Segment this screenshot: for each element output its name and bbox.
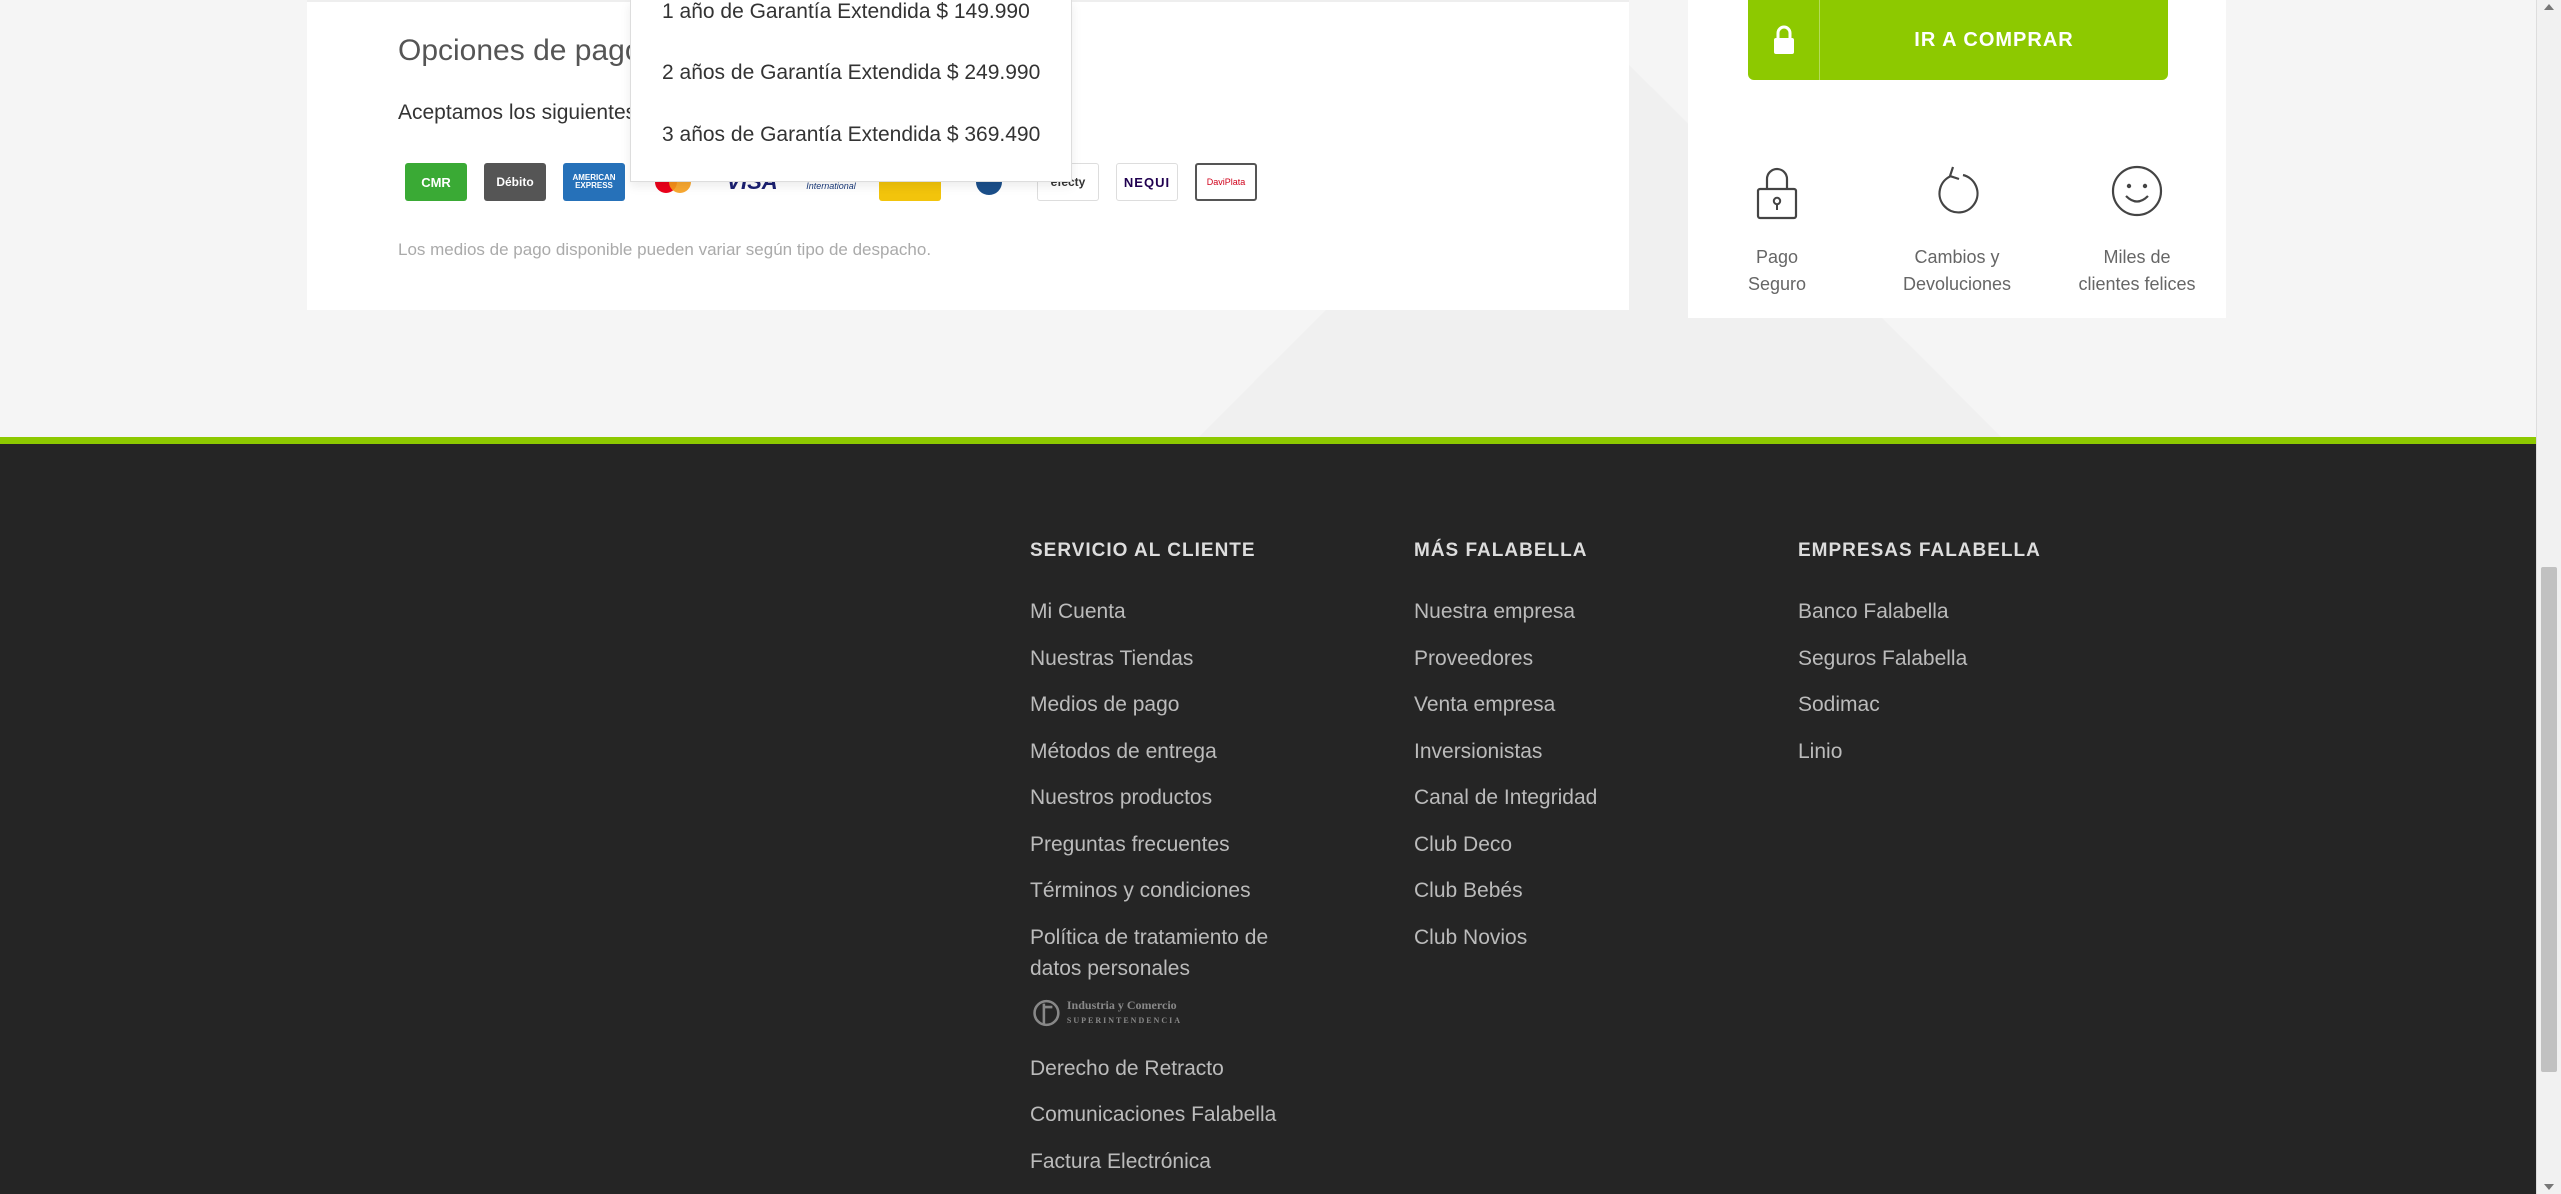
footer-link-linio[interactable]: Linio xyxy=(1798,736,2041,768)
payment-options-title: Opciones de pago xyxy=(398,34,642,67)
cmr-falabella-logo: CMR xyxy=(405,163,467,201)
feature-label-line1: Miles de xyxy=(2103,247,2171,267)
footer-link-politica-datos[interactable]: Política de tratamiento de datos persona… xyxy=(1030,922,1280,985)
nequi-logo: NEQUI xyxy=(1116,163,1178,201)
feature-returns: Cambios y Devoluciones xyxy=(1877,164,2037,298)
sic-logo-subtext: SUPERINTENDENCIA xyxy=(1066,1015,1182,1025)
footer-link-inversionistas[interactable]: Inversionistas xyxy=(1414,736,1597,768)
feature-label-line2: Devoluciones xyxy=(1902,274,2012,294)
footer-link-canal-integridad[interactable]: Canal de Integridad xyxy=(1414,782,1597,814)
go-to-checkout-label: IR A COMPRAR xyxy=(1914,28,2074,51)
warranty-dropdown-menu: 1 año de Garantía Extendida $ 149.990 2 … xyxy=(630,0,1072,182)
footer-link-factura-electronica[interactable]: Factura Electrónica xyxy=(1030,1146,1280,1178)
footer-link-terminos[interactable]: Términos y condiciones xyxy=(1030,875,1280,907)
footer-link-mi-cuenta[interactable]: Mi Cuenta xyxy=(1030,596,1280,628)
vertical-scrollbar[interactable] xyxy=(2536,0,2561,1194)
refresh-icon xyxy=(1877,164,2037,220)
payment-disclaimer: Los medios de pago disponible pueden var… xyxy=(398,240,932,259)
lock-icon xyxy=(1697,164,1857,220)
footer-link-seguros-falabella[interactable]: Seguros Falabella xyxy=(1798,643,2041,675)
lock-icon xyxy=(1748,0,1820,80)
footer-link-comunicaciones[interactable]: Comunicaciones Falabella xyxy=(1030,1099,1280,1131)
footer-link-nuestra-empresa[interactable]: Nuestra empresa xyxy=(1414,596,1597,628)
footer-heading-servicio: SERVICIO AL CLIENTE xyxy=(1030,540,1256,561)
site-footer: SERVICIO AL CLIENTE Mi Cuenta Nuestras T… xyxy=(0,444,2536,1194)
feature-happy-customers: Miles de clientes felices xyxy=(2057,164,2217,298)
footer-link-metodos-de-entrega[interactable]: Métodos de entrega xyxy=(1030,736,1280,768)
footer-column-servicio: SERVICIO AL CLIENTE Mi Cuenta Nuestras T… xyxy=(1030,540,1280,1192)
footer-link-sodimac[interactable]: Sodimac xyxy=(1798,689,2041,721)
footer-link-venta-empresa[interactable]: Venta empresa xyxy=(1414,689,1597,721)
american-express-logo: AMERICAN EXPRESS xyxy=(563,163,625,201)
content-area: Opciones de pago Aceptamos los siguiente… xyxy=(0,0,2536,437)
feature-label-line1: Pago xyxy=(1755,247,1799,267)
payment-options-subtitle: Aceptamos los siguientes xyxy=(398,101,637,124)
debito-falabella-logo: Débito xyxy=(484,163,546,201)
daviplata-logo: DaviPlata xyxy=(1195,163,1257,201)
warranty-option-1[interactable]: 1 año de Garantía Extendida $ 149.990 xyxy=(662,0,1030,24)
scroll-down-arrow-icon[interactable] xyxy=(2544,1184,2554,1190)
footer-link-club-deco[interactable]: Club Deco xyxy=(1414,829,1597,861)
footer-link-preguntas-frecuentes[interactable]: Preguntas frecuentes xyxy=(1030,829,1280,861)
footer-link-banco-falabella[interactable]: Banco Falabella xyxy=(1798,596,2041,628)
footer-accent-bar xyxy=(0,437,2536,444)
footer-link-nuestros-productos[interactable]: Nuestros productos xyxy=(1030,782,1280,814)
sic-emblem-icon xyxy=(1033,999,1060,1026)
go-to-checkout-button[interactable]: IR A COMPRAR xyxy=(1748,0,2168,80)
footer-link-medios-de-pago[interactable]: Medios de pago xyxy=(1030,689,1280,721)
scrollbar-thumb[interactable] xyxy=(2541,567,2557,1072)
footer-column-empresas: EMPRESAS FALABELLA Banco Falabella Segur… xyxy=(1798,540,2041,782)
footer-heading-mas: MÁS FALABELLA xyxy=(1414,540,1588,561)
feature-label-line2: Seguro xyxy=(1747,274,1807,294)
feature-secure-payment: Pago Seguro xyxy=(1697,164,1857,298)
sic-logo-text: Industria y Comercio xyxy=(1066,998,1177,1013)
feature-label-line1: Cambios y xyxy=(1914,247,2000,267)
footer-link-club-bebes[interactable]: Club Bebés xyxy=(1414,875,1597,907)
feature-label-line2: clientes felices xyxy=(2078,274,2196,294)
footer-column-mas: MÁS FALABELLA Nuestra empresa Proveedore… xyxy=(1414,540,1597,968)
smile-icon xyxy=(2057,164,2217,220)
sic-logo[interactable]: Industria y Comercio SUPERINTENDENCIA xyxy=(1032,994,1182,1032)
footer-link-proveedores[interactable]: Proveedores xyxy=(1414,643,1597,675)
footer-heading-empresas: EMPRESAS FALABELLA xyxy=(1798,540,2041,561)
footer-link-derecho-retracto[interactable]: Derecho de Retracto xyxy=(1030,1053,1280,1085)
scroll-up-arrow-icon[interactable] xyxy=(2544,4,2554,10)
warranty-option-3[interactable]: 3 años de Garantía Extendida $ 369.490 xyxy=(662,123,1040,147)
warranty-option-2[interactable]: 2 años de Garantía Extendida $ 249.990 xyxy=(662,61,1040,85)
footer-link-club-novios[interactable]: Club Novios xyxy=(1414,922,1597,954)
footer-link-nuestras-tiendas[interactable]: Nuestras Tiendas xyxy=(1030,643,1280,675)
